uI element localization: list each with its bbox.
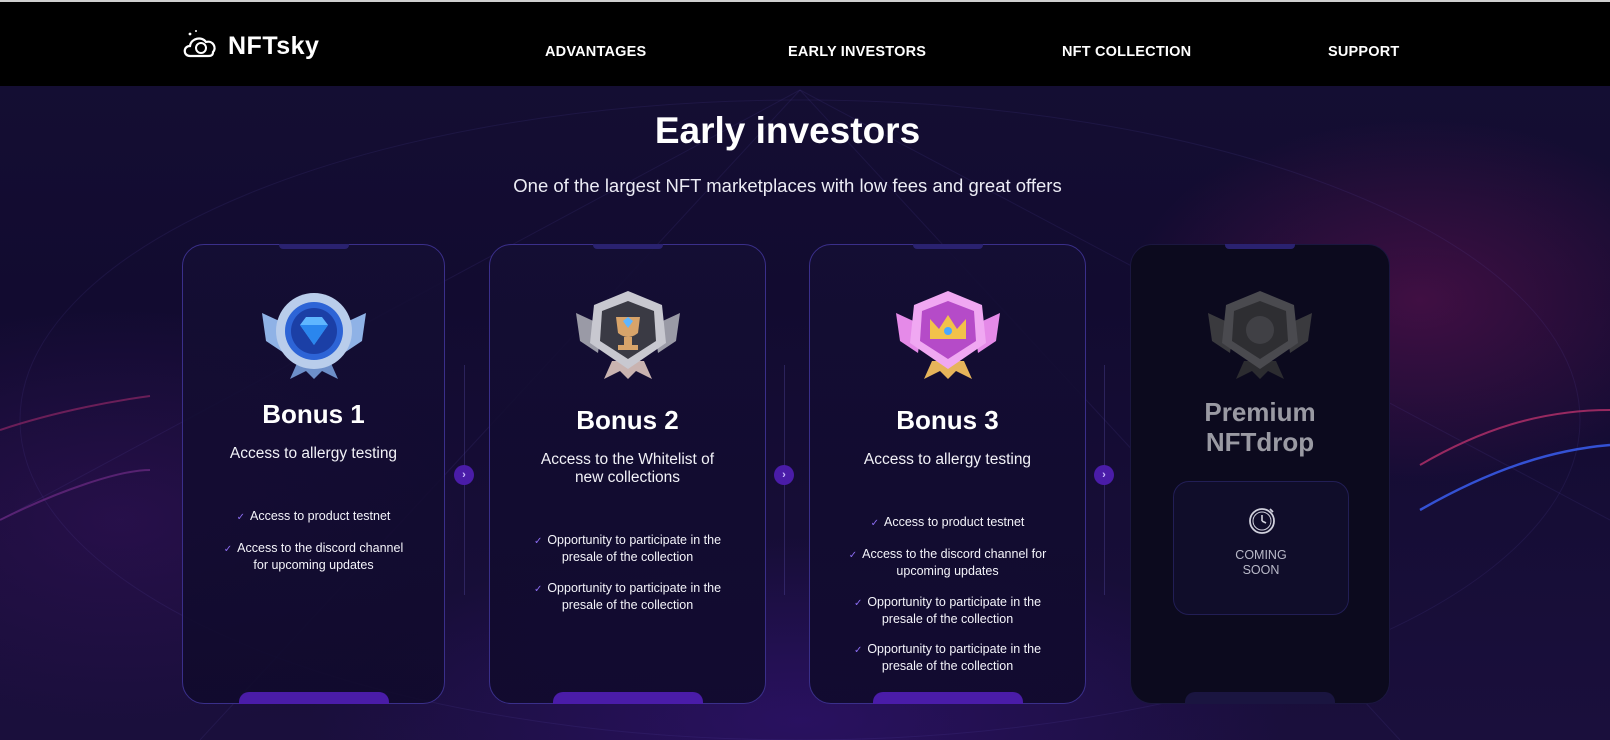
next-arrow-icon[interactable]: › bbox=[454, 465, 474, 485]
card-title: Bonus 3 bbox=[896, 405, 999, 435]
feature-item: ✓ Access to the discord channel for upcomi… bbox=[203, 541, 424, 572]
card-title: Premium NFTdrop bbox=[1131, 397, 1389, 457]
card-title: Bonus 1 bbox=[262, 399, 365, 429]
card-description: Access to the Whitelist of new collection… bbox=[520, 451, 735, 487]
nav-advantages[interactable]: ADVANTAGES bbox=[545, 44, 646, 60]
bonus-card-2: Bonus 2 Access to the Whitelist of new co… bbox=[489, 244, 766, 704]
bonus-card-1: Bonus 1 Access to allergy testing ✓ Acces… bbox=[182, 244, 445, 704]
bonus-card-3: Bonus 3 Access to allergy testing ✓ Acces… bbox=[809, 244, 1086, 704]
locked-badge-icon bbox=[1208, 291, 1312, 379]
cloud-logo-icon bbox=[183, 30, 216, 58]
crown-badge-icon bbox=[895, 291, 1000, 379]
card-description: Access to allergy testing bbox=[229, 445, 398, 462]
check-icon: ✓ bbox=[853, 645, 863, 656]
coming-soon-box: COMING SOON bbox=[1173, 481, 1349, 615]
check-icon: ✓ bbox=[223, 544, 233, 555]
feature-text: presale of the collection bbox=[561, 597, 694, 612]
feature-text: upcoming updates bbox=[896, 563, 999, 578]
feature-item: ✓ Opportunity to participate in the presal… bbox=[830, 595, 1065, 626]
feature-text: presale of the collection bbox=[881, 658, 1014, 673]
card-footer-tab bbox=[552, 692, 703, 704]
check-icon: ✓ bbox=[853, 598, 863, 609]
card-notch bbox=[912, 244, 983, 249]
feature-text: Access to the discord channel bbox=[237, 541, 404, 555]
premium-card: Premium NFTdrop COMING SOON bbox=[1130, 244, 1390, 704]
feature-text: Access to product testnet bbox=[250, 509, 391, 523]
top-navbar: NFTsky ADVANTAGES EARLY INVESTORS NFT CO… bbox=[0, 0, 1610, 86]
title-line: NFTdrop bbox=[1205, 427, 1315, 457]
card-footer-tab bbox=[1185, 692, 1335, 704]
description-line: new collections bbox=[574, 469, 681, 486]
card-notch bbox=[592, 244, 663, 249]
card-description: Access to allergy testing bbox=[863, 451, 1032, 468]
feature-text: presale of the collection bbox=[881, 611, 1014, 626]
next-arrow-icon[interactable]: › bbox=[1094, 465, 1114, 485]
feature-item: ✓ Access to the discord channel for upcomi… bbox=[830, 547, 1065, 578]
card-footer-tab bbox=[872, 692, 1023, 704]
brand-logo[interactable]: NFTsky bbox=[180, 26, 319, 66]
brand-name: NFTsky bbox=[228, 31, 320, 60]
feature-text: for upcoming updates bbox=[253, 557, 374, 572]
diamond-badge-icon bbox=[261, 293, 366, 379]
timer-icon bbox=[1249, 508, 1275, 534]
feature-text: Opportunity to participate in the bbox=[547, 533, 722, 547]
description-line: Access to the Whitelist of bbox=[540, 451, 715, 468]
trophy-badge-icon bbox=[575, 291, 680, 379]
check-icon: ✓ bbox=[870, 518, 880, 529]
card-notch bbox=[278, 244, 349, 249]
card-notch bbox=[1225, 244, 1295, 249]
check-icon: ✓ bbox=[236, 512, 246, 523]
feature-text: Access to the discord channel for bbox=[862, 547, 1047, 561]
feature-item: ✓ Access to product testnet bbox=[830, 515, 1065, 532]
feature-text: presale of the collection bbox=[561, 549, 694, 564]
feature-item: ✓ Opportunity to participate in the presal… bbox=[510, 533, 745, 564]
nav-early-investors[interactable]: EARLY INVESTORS bbox=[788, 44, 926, 60]
feature-item: ✓ Access to product testnet bbox=[203, 509, 424, 526]
feature-text: Access to product testnet bbox=[884, 515, 1025, 529]
section-subtitle: One of the largest NFT marketplaces with… bbox=[513, 175, 1062, 196]
next-arrow-icon[interactable]: › bbox=[774, 465, 794, 485]
coming-soon-label: COMING SOON bbox=[1174, 548, 1348, 578]
feature-text: Opportunity to participate in the bbox=[867, 595, 1042, 609]
nav-support[interactable]: SUPPORT bbox=[1328, 44, 1400, 60]
feature-item: ✓ Opportunity to participate in the presal… bbox=[830, 642, 1065, 673]
check-icon: ✓ bbox=[533, 584, 543, 595]
feature-text: Opportunity to participate in the bbox=[547, 581, 722, 595]
card-footer-tab bbox=[238, 692, 389, 704]
title-line: Premium bbox=[1204, 397, 1316, 427]
section-title: Early investors bbox=[654, 110, 921, 151]
feature-item: ✓ Opportunity to participate in the presal… bbox=[510, 581, 745, 612]
nav-nft-collection[interactable]: NFT COLLECTION bbox=[1062, 44, 1191, 60]
status-line: SOON bbox=[1242, 563, 1280, 577]
check-icon: ✓ bbox=[533, 536, 543, 547]
check-icon: ✓ bbox=[848, 550, 858, 561]
feature-text: Opportunity to participate in the bbox=[867, 642, 1042, 656]
card-title: Bonus 2 bbox=[576, 405, 679, 435]
status-line: COMING bbox=[1235, 548, 1287, 562]
